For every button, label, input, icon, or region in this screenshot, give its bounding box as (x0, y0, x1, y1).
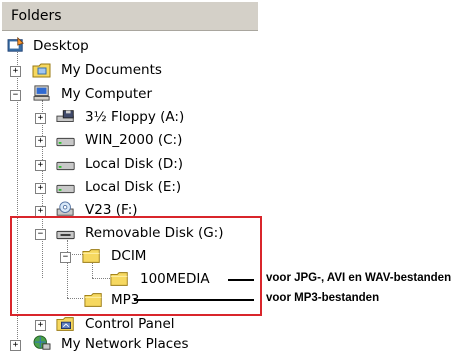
expand-icon[interactable]: + (35, 183, 46, 194)
collapse-icon[interactable]: − (10, 90, 21, 101)
hard-disk-icon (56, 161, 75, 171)
hard-disk-icon (56, 184, 75, 194)
cd-drive-icon (56, 201, 74, 216)
hard-disk-icon (56, 137, 75, 147)
expand-icon[interactable]: + (10, 340, 21, 351)
arrow-to-mp3-note (134, 299, 254, 301)
my-computer-icon (33, 85, 50, 101)
arrow-to-media-note (228, 279, 254, 281)
media-note: voor JPG-, AVI en WAV-bestanden (266, 272, 452, 284)
my-documents-icon (32, 63, 51, 78)
tree-label-floppy: 3½ Floppy (A:) (85, 109, 185, 125)
folders-title: Folders (11, 8, 62, 24)
folders-pane-header: Folders (2, 2, 258, 31)
tree-label-win2000: WIN_2000 (C:) (85, 132, 183, 148)
desktop-icon (7, 37, 24, 52)
highlight-box (10, 216, 262, 316)
tree-label-my-documents: My Documents (61, 62, 162, 78)
expand-icon[interactable]: + (35, 320, 46, 331)
expand-icon[interactable]: + (35, 113, 46, 124)
expand-icon[interactable]: + (10, 66, 21, 77)
tree-label-control-panel: Control Panel (85, 316, 175, 332)
network-places-icon (33, 335, 51, 350)
control-panel-icon (56, 317, 74, 331)
tree-label-network-places: My Network Places (61, 336, 189, 352)
tree-label-disk-e: Local Disk (E:) (85, 179, 182, 195)
tree-label-my-computer: My Computer (61, 86, 153, 102)
mp3-note: voor MP3-bestanden (266, 292, 380, 304)
tree-label-disk-d: Local Disk (D:) (85, 156, 184, 172)
expand-icon[interactable]: + (35, 136, 46, 147)
tree-label-desktop: Desktop (33, 38, 89, 54)
expand-icon[interactable]: + (35, 160, 46, 171)
floppy-drive-icon (56, 110, 74, 123)
